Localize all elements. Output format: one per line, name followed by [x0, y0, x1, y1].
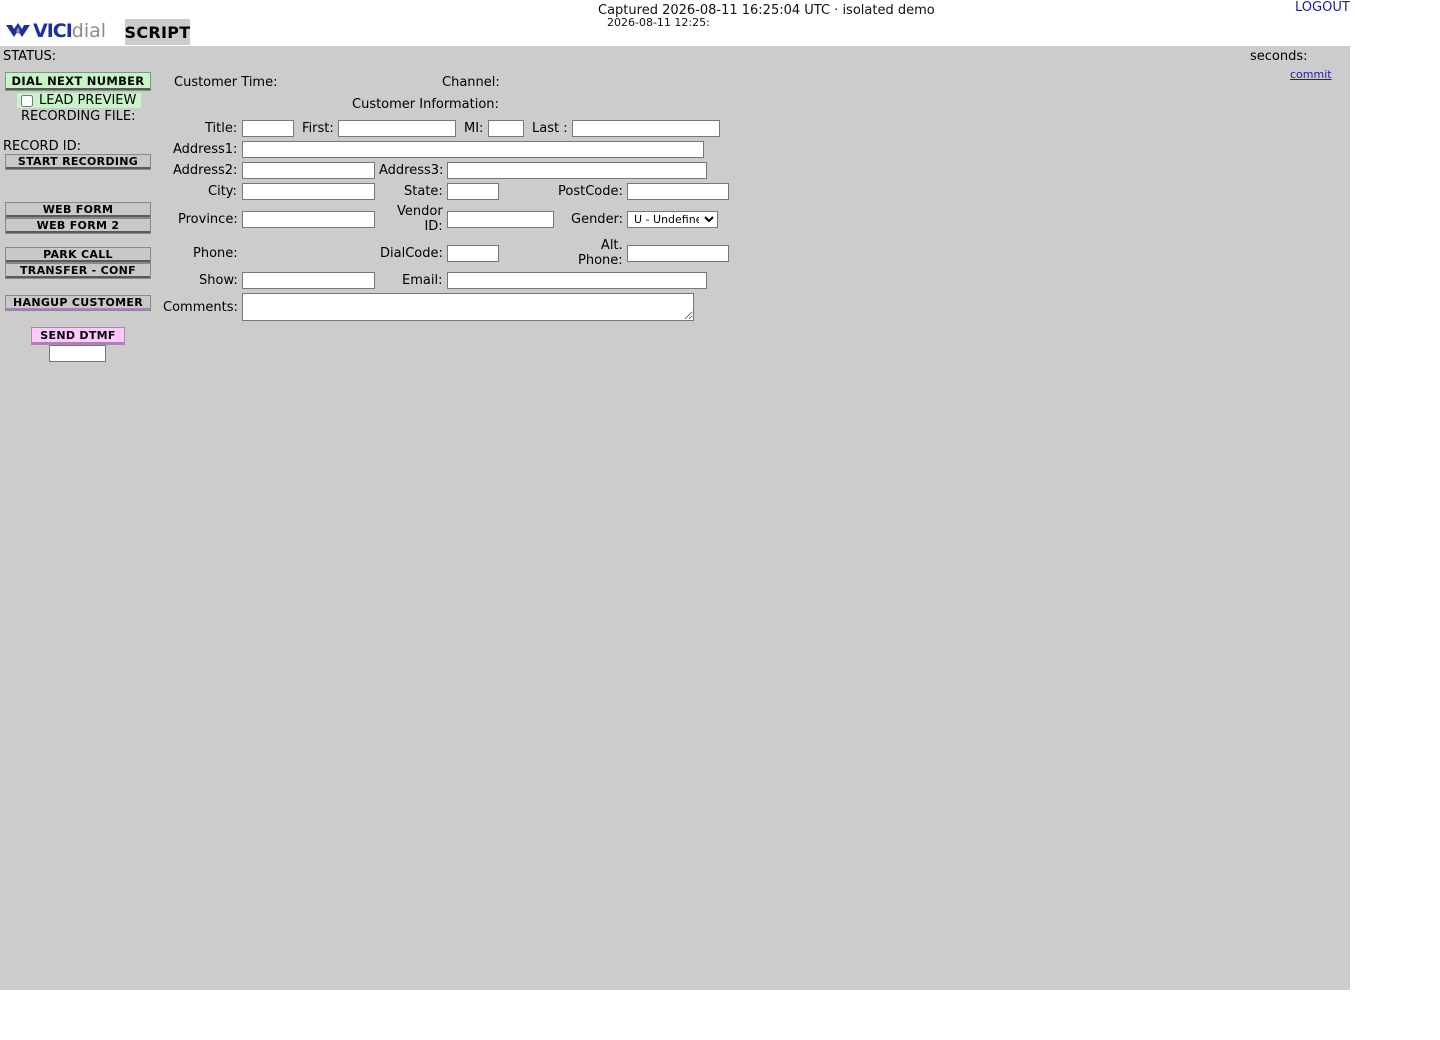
lead-preview-checkbox[interactable]: [21, 94, 33, 107]
logo-brand-text: VICI: [33, 20, 73, 42]
province-field[interactable]: [242, 211, 375, 228]
send-dtmf-button[interactable]: SEND DTMF: [31, 327, 125, 345]
web-form-button[interactable]: WEB FORM: [5, 202, 151, 218]
postcode-label: PostCode:: [558, 184, 623, 199]
status-label: STATUS:: [3, 49, 57, 64]
dialcode-label: DialCode:: [380, 246, 443, 261]
address1-field[interactable]: [242, 141, 704, 158]
email-field[interactable]: [447, 272, 707, 289]
province-label: Province:: [178, 212, 238, 227]
gender-label: Gender:: [571, 212, 624, 227]
address3-field[interactable]: [447, 162, 707, 179]
last-name-field[interactable]: [572, 120, 720, 137]
customer-information-heading: Customer Information:: [352, 97, 499, 112]
email-label: Email:: [402, 273, 443, 288]
state-label: State:: [404, 184, 443, 199]
last-name-label: Last :: [532, 121, 568, 136]
vendor-id-field[interactable]: [447, 211, 554, 228]
city-field[interactable]: [242, 183, 375, 200]
transfer-conf-button[interactable]: TRANSFER - CONF: [5, 263, 151, 279]
web-form-2-button[interactable]: WEB FORM 2: [5, 218, 151, 234]
park-call-button[interactable]: PARK CALL: [5, 247, 151, 263]
address3-label: Address3:: [379, 163, 444, 178]
title-label: Title:: [205, 121, 238, 136]
dial-next-number-button[interactable]: DIAL NEXT NUMBER: [5, 72, 151, 91]
vendor-id-label-line1: Vendor: [397, 204, 443, 219]
dialcode-field[interactable]: [447, 245, 499, 262]
hangup-customer-button[interactable]: HANGUP CUSTOMER: [5, 295, 151, 311]
dtmf-input[interactable]: [49, 345, 106, 362]
middle-initial-field[interactable]: [488, 120, 524, 137]
logout-link[interactable]: LOGOUT: [1295, 0, 1350, 15]
record-id-label: RECORD ID:: [3, 139, 81, 154]
address2-label: Address2:: [173, 163, 238, 178]
clock-display: 2026-08-11 12:25:: [607, 17, 710, 27]
city-label: City:: [208, 184, 237, 199]
alt-phone-label: Alt. Phone:: [578, 238, 623, 268]
capture-banner: Captured 2026-08-11 16:25:04 UTC · isola…: [598, 3, 935, 18]
customer-time-label: Customer Time:: [174, 75, 278, 90]
alt-phone-label-line1: Alt.: [600, 238, 623, 253]
address1-label: Address1:: [173, 142, 238, 157]
seconds-label: seconds:: [1250, 49, 1308, 64]
gender-select[interactable]: U - Undefined: [627, 211, 718, 228]
alt-phone-label-line2: Phone:: [578, 253, 623, 268]
alt-phone-field[interactable]: [627, 245, 729, 262]
first-name-field[interactable]: [338, 120, 456, 137]
title-field[interactable]: [242, 120, 294, 137]
comments-textarea[interactable]: [242, 293, 694, 321]
first-name-label: First:: [302, 121, 334, 136]
vendor-id-label-line2: ID:: [424, 219, 443, 234]
channel-label: Channel:: [442, 75, 500, 90]
show-label: Show:: [199, 273, 238, 288]
start-recording-button[interactable]: START RECORDING: [5, 154, 151, 170]
recording-file-label: RECORDING FILE:: [21, 109, 136, 124]
lead-preview-label: LEAD PREVIEW: [39, 93, 137, 108]
postcode-field[interactable]: [627, 183, 729, 200]
logo-suffix-text: dial: [71, 20, 107, 42]
lead-preview-toggle[interactable]: LEAD PREVIEW: [17, 93, 141, 108]
middle-initial-label: MI:: [464, 121, 484, 136]
tab-script[interactable]: SCRIPT: [125, 19, 190, 45]
logo-mark-icon: [6, 23, 30, 37]
state-field[interactable]: [447, 183, 499, 200]
phone-label: Phone:: [193, 246, 238, 261]
comments-label: Comments:: [163, 300, 238, 315]
vicidial-logo: VICI dial: [6, 20, 106, 42]
commit-link[interactable]: commit: [1290, 68, 1332, 81]
show-field[interactable]: [242, 272, 375, 289]
address2-field[interactable]: [242, 162, 375, 179]
vendor-id-label: Vendor ID:: [397, 204, 443, 234]
